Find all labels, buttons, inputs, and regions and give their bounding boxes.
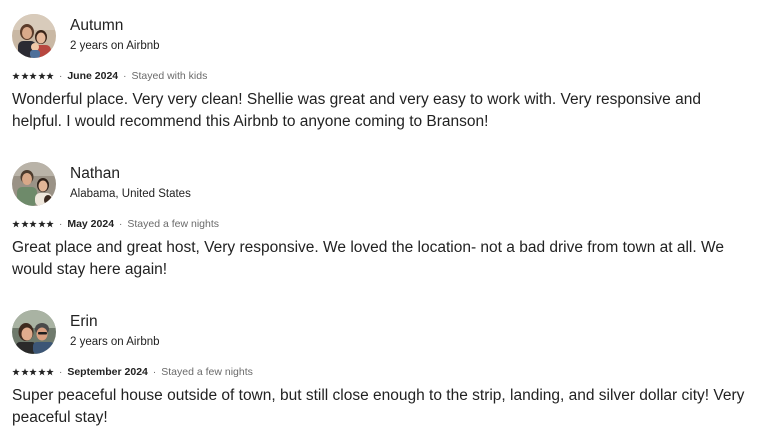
review-header: Autumn 2 years on Airbnb — [12, 13, 752, 59]
reviewer-subtitle: 2 years on Airbnb — [70, 40, 160, 52]
stay-type: Stayed a few nights — [161, 366, 253, 378]
star-icon — [37, 72, 46, 80]
star-icon — [20, 220, 29, 228]
reviewer-name[interactable]: Nathan — [70, 164, 191, 184]
star-icon — [29, 368, 37, 376]
separator-dot: · — [59, 218, 63, 230]
star-icon — [46, 72, 54, 80]
stay-type: Stayed a few nights — [127, 218, 220, 230]
star-icon — [46, 368, 54, 376]
separator-dot: · — [119, 218, 123, 230]
review-text: Great place and great host, Very respons… — [12, 239, 724, 278]
avatar-photo-icon — [12, 14, 56, 58]
avatar[interactable] — [12, 14, 56, 58]
star-icon — [12, 368, 20, 376]
reviewer-name[interactable]: Autumn — [70, 16, 160, 36]
review-text: Wonderful place. Very very clean! Shelli… — [12, 91, 701, 130]
review-date: May 2024 — [67, 218, 115, 230]
star-icon — [46, 220, 54, 228]
separator-dot: · — [152, 366, 157, 378]
review-header: Erin 2 years on Airbnb — [12, 309, 752, 355]
review-date: September 2024 — [67, 366, 148, 378]
review-meta: · May 2024 · Stayed a few nights — [12, 217, 752, 231]
star-icon — [12, 220, 20, 228]
reviewer-subtitle: 2 years on Airbnb — [70, 336, 160, 348]
review-card: Erin 2 years on Airbnb · September 2024 … — [12, 309, 752, 429]
separator-dot: · — [59, 366, 63, 378]
review-meta: · June 2024 · Stayed with kids — [12, 69, 752, 83]
star-rating — [12, 368, 54, 376]
separator-dot: · — [59, 70, 63, 82]
star-icon — [29, 220, 37, 228]
separator-dot: · — [123, 70, 127, 82]
reviewer-name[interactable]: Erin — [70, 312, 160, 332]
review-card: Nathan Alabama, United States · May 2024… — [12, 161, 752, 281]
star-icon — [29, 72, 37, 80]
avatar[interactable] — [12, 310, 56, 354]
star-icon — [20, 368, 29, 376]
star-rating — [12, 220, 54, 228]
avatar[interactable] — [12, 162, 56, 206]
star-icon — [37, 220, 46, 228]
reviewer-info: Autumn 2 years on Airbnb — [70, 16, 160, 54]
avatar-photo-icon — [12, 310, 56, 354]
reviewer-subtitle: Alabama, United States — [70, 188, 191, 200]
review-card: Autumn 2 years on Airbnb · June 2024 · S… — [12, 13, 752, 133]
reviewer-info: Erin 2 years on Airbnb — [70, 312, 160, 350]
review-header: Nathan Alabama, United States — [12, 161, 752, 207]
avatar-photo-icon — [12, 162, 56, 206]
review-meta: · September 2024 · Stayed a few nights — [12, 365, 752, 379]
star-icon — [37, 368, 46, 376]
star-rating — [12, 72, 54, 80]
star-icon — [12, 72, 20, 80]
review-text: Super peaceful house outside of town, bu… — [12, 387, 745, 426]
review-date: June 2024 — [67, 70, 119, 82]
stay-type: Stayed with kids — [131, 70, 208, 82]
star-icon — [20, 72, 29, 80]
reviewer-info: Nathan Alabama, United States — [70, 164, 191, 202]
